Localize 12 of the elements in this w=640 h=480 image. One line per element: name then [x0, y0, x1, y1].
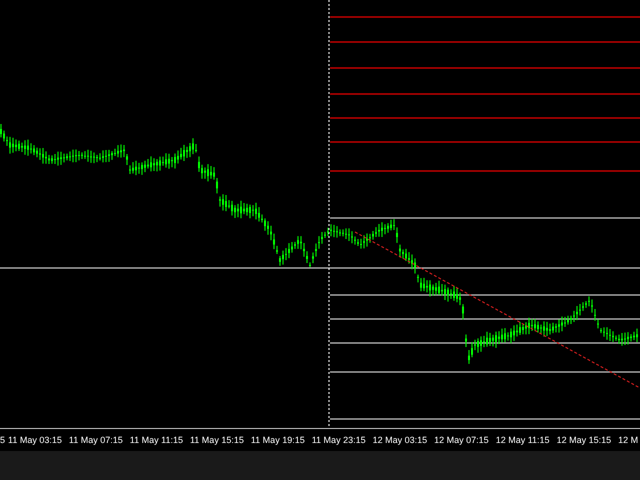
time-axis-label: 12 May 15:15: [556, 434, 612, 446]
time-axis-label: 11 May 07:15: [68, 434, 123, 446]
time-axis-label: 11 May 11:15: [130, 434, 183, 446]
time-axis-label: 11 May 15:15: [190, 434, 244, 446]
time-axis-label: 12 May 07:15: [434, 434, 489, 446]
time-axis-label: 12 May 03:15: [372, 434, 428, 446]
time-axis-label: 11 May 19:15: [250, 434, 305, 446]
time-axis-label: 11 May 23:15: [312, 434, 366, 446]
time-axis-label: 12 M: [618, 434, 638, 446]
time-axis-label: 5: [0, 434, 6, 446]
time-axis-label: 11 May 03:15: [8, 434, 62, 446]
time-axis-label: 12 May 11:15: [496, 434, 550, 446]
